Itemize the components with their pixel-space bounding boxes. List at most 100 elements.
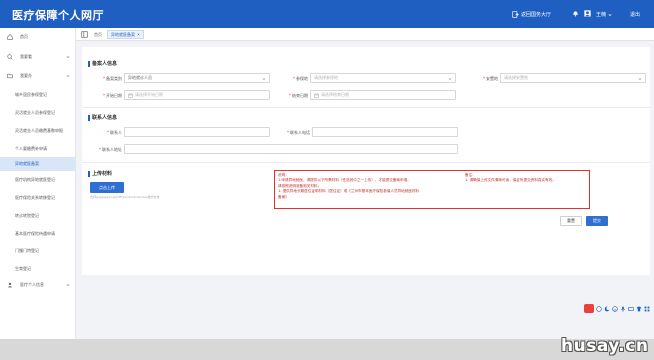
form-panel: 备案人信息 *备案类别 异地就诊人员 *参保地 请选择参保地 *安置地 请选择安… [82, 47, 650, 275]
sidebar-item-label: 灵活就业人员参保登记 [15, 110, 55, 115]
section-divider [82, 107, 650, 108]
sidebar: 首页 我要看 我要办 城乡居民参保登记 灵活就业人员参保登记 灵活就业人员缴费基… [0, 28, 76, 360]
start-date-picker[interactable]: 请选择开始日期 [124, 90, 270, 100]
contact-phone-input[interactable] [312, 127, 458, 137]
tab-home[interactable]: 首页 [91, 30, 105, 39]
sidebar-item-home[interactable]: 首页 [0, 30, 76, 44]
filing-type-value: 异地就诊人员 [128, 75, 152, 80]
grid-icon[interactable] [644, 306, 650, 312]
chevron-down-icon [66, 56, 70, 59]
tab-offsite-filing[interactable]: 异地就医备案 [107, 30, 144, 39]
chevron-down-icon [638, 78, 642, 81]
chinese-input-icon[interactable] [596, 305, 602, 312]
tab-home-label: 首页 [94, 31, 102, 37]
logout-button[interactable]: 退出 [630, 10, 640, 19]
settle-place-placeholder: 请选择安置地 [504, 75, 528, 80]
microphone-icon[interactable] [620, 306, 626, 312]
sidebar-item-label: 转诊转院登记 [15, 213, 39, 218]
contact-phone-label-text: 联系人电话 [290, 130, 310, 135]
sidebar-item-chronic[interactable]: 门慢门特登记 [0, 244, 76, 258]
logout-label: 退出 [630, 12, 641, 18]
user-icon [7, 282, 13, 288]
watermark-text: husay.cn [561, 336, 649, 356]
insured-place-label-text: 参保地 [296, 76, 308, 81]
contact-name-label-text: 联系人 [110, 130, 122, 135]
sidebar-item-flexible-insurance[interactable]: 灵活就业人员参保登记 [0, 106, 76, 120]
bell-icon[interactable] [572, 10, 579, 17]
section-title-text: 备案人信息 [92, 61, 118, 67]
sidebar-item-offsite-filing[interactable]: 异地就医备案 [0, 157, 76, 171]
required-mark: * [103, 76, 105, 81]
sidebar-item-label: 生育登记 [15, 266, 31, 271]
section-title-text: 联系人信息 [92, 115, 118, 121]
notice-line: 1. 请确保上传文件清晰可读，保证所提交资料真实有效。 [465, 178, 556, 183]
sidebar-item-label: 医疗机构异地就医登记 [15, 177, 55, 182]
contact-name-label: *联系人 [96, 130, 122, 136]
main-content: 备案人信息 *备案类别 异地就诊人员 *参保地 请选择参保地 *安置地 请选择安… [76, 41, 654, 339]
contact-address-input[interactable] [124, 144, 458, 154]
contact-name-input[interactable] [124, 127, 270, 137]
shirt-icon[interactable] [636, 306, 642, 312]
sidebar-item-view[interactable]: 我要看 [0, 50, 76, 64]
chevron-down-icon [448, 78, 452, 81]
moon-icon[interactable] [604, 306, 610, 312]
return-home-label: 返回国务大厅 [521, 12, 552, 18]
section-divider [82, 162, 650, 163]
end-date-placeholder: 请选择结束日期 [321, 92, 349, 97]
ime-logo-icon[interactable] [584, 304, 594, 313]
sidebar-item-label: 个人要缴费补申请 [15, 146, 47, 151]
insured-place-select[interactable]: 请选择参保地 [310, 73, 456, 83]
sidebar-item-label: 异地就医备案 [15, 161, 39, 166]
settle-place-label-text: 安置地 [486, 76, 498, 81]
exit-icon [512, 11, 519, 18]
submit-button[interactable]: 提交 [586, 216, 608, 226]
sidebar-item-resident-insurance[interactable]: 城乡居民参保登记 [0, 88, 76, 102]
sidebar-item-referral[interactable]: 转诊转院登记 [0, 209, 76, 223]
sidebar-item-flexible-base[interactable]: 灵活就业人员缴费基数申报 [0, 124, 76, 138]
sidebar-item-label: 我要办 [20, 73, 32, 78]
keyboard-icon[interactable] [628, 306, 634, 312]
return-home-link[interactable]: 返回国务大厅 [512, 10, 551, 19]
user-menu[interactable]: 王楠 [596, 10, 612, 19]
menu-toggle-icon[interactable] [81, 31, 88, 38]
end-date-picker[interactable]: 请选择结束日期 [310, 90, 456, 100]
required-mark: * [107, 130, 109, 135]
sidebar-item-personal-payment[interactable]: 个人要缴费补申请 [0, 142, 76, 156]
filing-type-select[interactable]: 异地就诊人员 [124, 73, 270, 83]
calendar-icon [314, 93, 319, 98]
sidebar-item-transfer[interactable]: 医疗保险关系转移登记 [0, 191, 76, 205]
required-mark: * [483, 76, 485, 81]
required-mark: * [289, 93, 291, 98]
upload-button[interactable]: 点击上传 [90, 182, 124, 193]
sidebar-item-label: 我要看 [20, 54, 32, 59]
sidebar-item-personal-info[interactable]: 医疗个人信息 [0, 278, 76, 292]
required-mark: * [293, 76, 295, 81]
required-mark: * [103, 93, 105, 98]
chevron-down-icon [262, 78, 266, 81]
upload-hint: 支持jpg/jpeg/png/pdf/doc/docx/xls/xlsx格式文件 [90, 195, 160, 199]
start-date-label: *开始日期 [96, 93, 122, 99]
sidebar-item-benefits[interactable]: 基本医疗保险待遇申请 [0, 227, 76, 241]
required-mark: * [99, 147, 101, 152]
sidebar-item-handle[interactable]: 我要办 [0, 69, 76, 83]
avatar-icon [584, 10, 591, 17]
sidebar-item-label: 城乡居民参保登记 [15, 92, 47, 97]
notice-line: 1. 提供异地长期居住证明材料（居住证）或《兰州市基本医疗保险参保人员异地就医材… [278, 189, 420, 194]
sidebar-item-institution-offsite[interactable]: 医疗机构异地就医登记 [0, 173, 76, 187]
notice-right: 备注： 1. 请确保上传文件清晰可读，保证所提交资料真实有效。 [465, 173, 556, 184]
reset-button[interactable]: 重置 [560, 216, 582, 226]
calendar-icon [128, 93, 133, 98]
end-date-label: *结束日期 [284, 93, 308, 99]
settle-place-select[interactable]: 请选择安置地 [500, 73, 646, 83]
sidebar-item-label: 基本医疗保险待遇申请 [15, 231, 55, 236]
sidebar-item-label: 灵活就业人员缴费基数申报 [15, 128, 63, 133]
app-title: 医疗保障个人网厅 [12, 9, 104, 22]
floating-toolbar [584, 304, 650, 313]
sidebar-item-label: 首页 [20, 34, 28, 39]
close-icon[interactable] [137, 33, 140, 36]
sidebar-item-maternity[interactable]: 生育登记 [0, 262, 76, 276]
folder-icon [7, 73, 13, 79]
smile-icon[interactable] [612, 305, 618, 312]
insured-place-placeholder: 请选择参保地 [314, 75, 338, 80]
tab-current-label: 异地就医备案 [111, 31, 135, 37]
